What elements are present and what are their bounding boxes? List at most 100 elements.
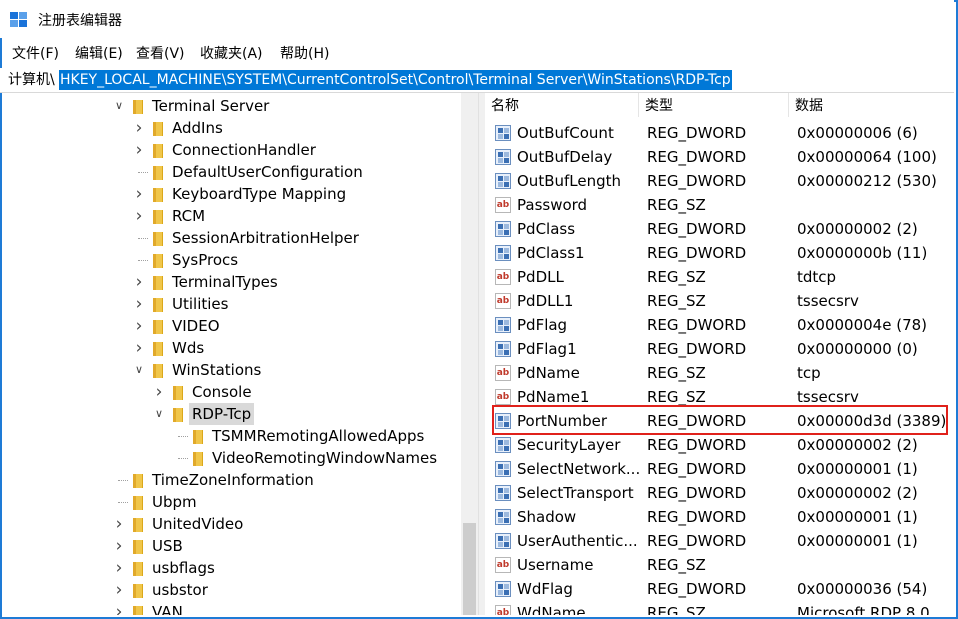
menu-help[interactable]: 帮助(H) [280, 45, 329, 63]
chevron-down-icon[interactable]: ∨ [132, 359, 146, 381]
value-row[interactable]: ab PdName REG_SZ tcp [485, 361, 954, 385]
menu-view[interactable]: 查看(V) [136, 45, 185, 63]
tree-item[interactable]: SysProcs [0, 249, 461, 271]
value-data: tssecsrv [797, 292, 859, 310]
value-name: SelectNetwork... [517, 460, 639, 478]
value-row[interactable]: PdFlag REG_DWORD 0x0000004e (78) [485, 313, 954, 337]
value-name: PdFlag [517, 316, 568, 334]
tree-item[interactable]: › VIDEO [0, 315, 461, 337]
chevron-right-icon[interactable]: › [132, 117, 146, 139]
tree-item[interactable]: › Console [0, 381, 461, 403]
value-row[interactable]: OutBufCount REG_DWORD 0x00000006 (6) [485, 121, 954, 145]
tree-item[interactable]: › KeyboardType Mapping [0, 183, 461, 205]
chevron-right-icon[interactable]: › [112, 513, 126, 535]
value-type: REG_DWORD [647, 412, 747, 430]
menu-edit[interactable]: 编辑(E) [75, 45, 123, 63]
tree-item[interactable]: ∨ RDP-Tcp [0, 403, 461, 425]
folder-icon [133, 100, 143, 114]
header-name[interactable]: 名称 [485, 93, 639, 117]
value-name: PdFlag1 [517, 340, 577, 358]
chevron-right-icon[interactable]: › [112, 535, 126, 557]
value-data: 0x00000001 (1) [797, 460, 918, 478]
dword-icon [495, 341, 511, 357]
string-icon: ab [495, 365, 511, 381]
chevron-right-icon[interactable]: › [132, 271, 146, 293]
value-row[interactable]: ab PdDLL1 REG_SZ tssecsrv [485, 289, 954, 313]
chevron-right-icon[interactable]: › [112, 557, 126, 579]
header-data[interactable]: 数据 [789, 93, 954, 117]
value-type: REG_DWORD [647, 172, 747, 190]
value-row[interactable]: Shadow REG_DWORD 0x00000001 (1) [485, 505, 954, 529]
value-data: 0x00000002 (2) [797, 220, 918, 238]
tree-item[interactable]: › ConnectionHandler [0, 139, 461, 161]
tree-item[interactable]: SessionArbitrationHelper [0, 227, 461, 249]
tree-item[interactable]: › Wds [0, 337, 461, 359]
value-row[interactable]: SelectTransport REG_DWORD 0x00000002 (2) [485, 481, 954, 505]
tree-item[interactable]: › TerminalTypes [0, 271, 461, 293]
chevron-down-icon[interactable]: ∨ [152, 403, 166, 425]
tree-item-label: Utilities [172, 295, 229, 313]
chevron-right-icon[interactable]: › [132, 293, 146, 315]
tree-item[interactable]: Ubpm [0, 491, 461, 513]
value-row[interactable]: UserAuthentic... REG_DWORD 0x00000001 (1) [485, 529, 954, 553]
chevron-right-icon[interactable]: › [132, 337, 146, 359]
address-path[interactable]: HKEY_LOCAL_MACHINE\SYSTEM\CurrentControl… [59, 70, 732, 90]
value-row[interactable]: SelectNetwork... REG_DWORD 0x00000001 (1) [485, 457, 954, 481]
header-type[interactable]: 类型 [639, 93, 789, 117]
address-root-label: 计算机\ [8, 72, 55, 88]
value-row[interactable]: PdFlag1 REG_DWORD 0x00000000 (0) [485, 337, 954, 361]
value-row[interactable]: ab PdName1 REG_SZ tssecsrv [485, 385, 954, 409]
tree-item[interactable]: › USB [0, 535, 461, 557]
value-row[interactable]: ab Username REG_SZ [485, 553, 954, 577]
tree-item[interactable]: › usbflags [0, 557, 461, 579]
tree-item-label: KeyboardType Mapping [172, 185, 347, 203]
tree-item[interactable]: TimeZoneInformation [0, 469, 461, 491]
folder-icon [153, 320, 163, 334]
folder-icon [153, 144, 163, 158]
value-row[interactable]: WdFlag REG_DWORD 0x00000036 (54) [485, 577, 954, 601]
menu-favorites[interactable]: 收藏夹(A) [200, 45, 263, 63]
tree-item[interactable]: › AddIns [0, 117, 461, 139]
chevron-right-icon[interactable]: › [112, 579, 126, 601]
tree-item[interactable]: VideoRemotingWindowNames [0, 447, 461, 469]
value-data: 0x00000212 (530) [797, 172, 937, 190]
tree-scrollbar-thumb[interactable] [463, 523, 476, 615]
string-icon: ab [495, 269, 511, 285]
tree-item[interactable]: › UnitedVideo [0, 513, 461, 535]
value-data: tdtcp [797, 268, 837, 286]
menu-file[interactable]: 文件(F) [12, 45, 59, 63]
tree-item[interactable]: ∨ WinStations [0, 359, 461, 381]
value-row[interactable]: SecurityLayer REG_DWORD 0x00000002 (2) [485, 433, 954, 457]
tree-item[interactable]: DefaultUserConfiguration [0, 161, 461, 183]
tree-item[interactable]: TSMMRemotingAllowedApps [0, 425, 461, 447]
dword-icon [495, 509, 511, 525]
address-bar[interactable]: 计算机\ HKEY_LOCAL_MACHINE\SYSTEM\CurrentCo… [0, 68, 954, 93]
chevron-right-icon[interactable]: › [152, 381, 166, 403]
tree-scrollbar[interactable] [461, 93, 478, 615]
string-icon: ab [495, 605, 511, 615]
chevron-right-icon[interactable]: › [132, 139, 146, 161]
value-data: 0x00000001 (1) [797, 508, 918, 526]
tree-item[interactable]: › usbstor [0, 579, 461, 601]
value-row[interactable]: OutBufLength REG_DWORD 0x00000212 (530) [485, 169, 954, 193]
folder-icon [153, 276, 163, 290]
folder-icon [133, 540, 143, 554]
menu-bar: 文件(F) 编辑(E) 查看(V) 收藏夹(A) 帮助(H) [0, 42, 954, 66]
value-row[interactable]: PortNumber REG_DWORD 0x00000d3d (3389) [485, 409, 954, 433]
pane-splitter[interactable] [478, 93, 485, 615]
chevron-right-icon[interactable]: › [132, 315, 146, 337]
chevron-right-icon[interactable]: › [132, 183, 146, 205]
value-row[interactable]: OutBufDelay REG_DWORD 0x00000064 (100) [485, 145, 954, 169]
tree-item[interactable]: › VAN [0, 601, 461, 615]
value-row[interactable]: PdClass1 REG_DWORD 0x0000000b (11) [485, 241, 954, 265]
value-row[interactable]: PdClass REG_DWORD 0x00000002 (2) [485, 217, 954, 241]
tree-item[interactable]: › RCM [0, 205, 461, 227]
value-row[interactable]: ab WdName REG_SZ Microsoft RDP 8.0 [485, 601, 954, 615]
tree-item[interactable]: ∨ Terminal Server [0, 95, 461, 117]
value-row[interactable]: ab PdDLL REG_SZ tdtcp [485, 265, 954, 289]
value-row[interactable]: ab Password REG_SZ [485, 193, 954, 217]
chevron-right-icon[interactable]: › [112, 601, 126, 615]
chevron-right-icon[interactable]: › [132, 205, 146, 227]
tree-item[interactable]: › Utilities [0, 293, 461, 315]
chevron-down-icon[interactable]: ∨ [112, 95, 126, 117]
